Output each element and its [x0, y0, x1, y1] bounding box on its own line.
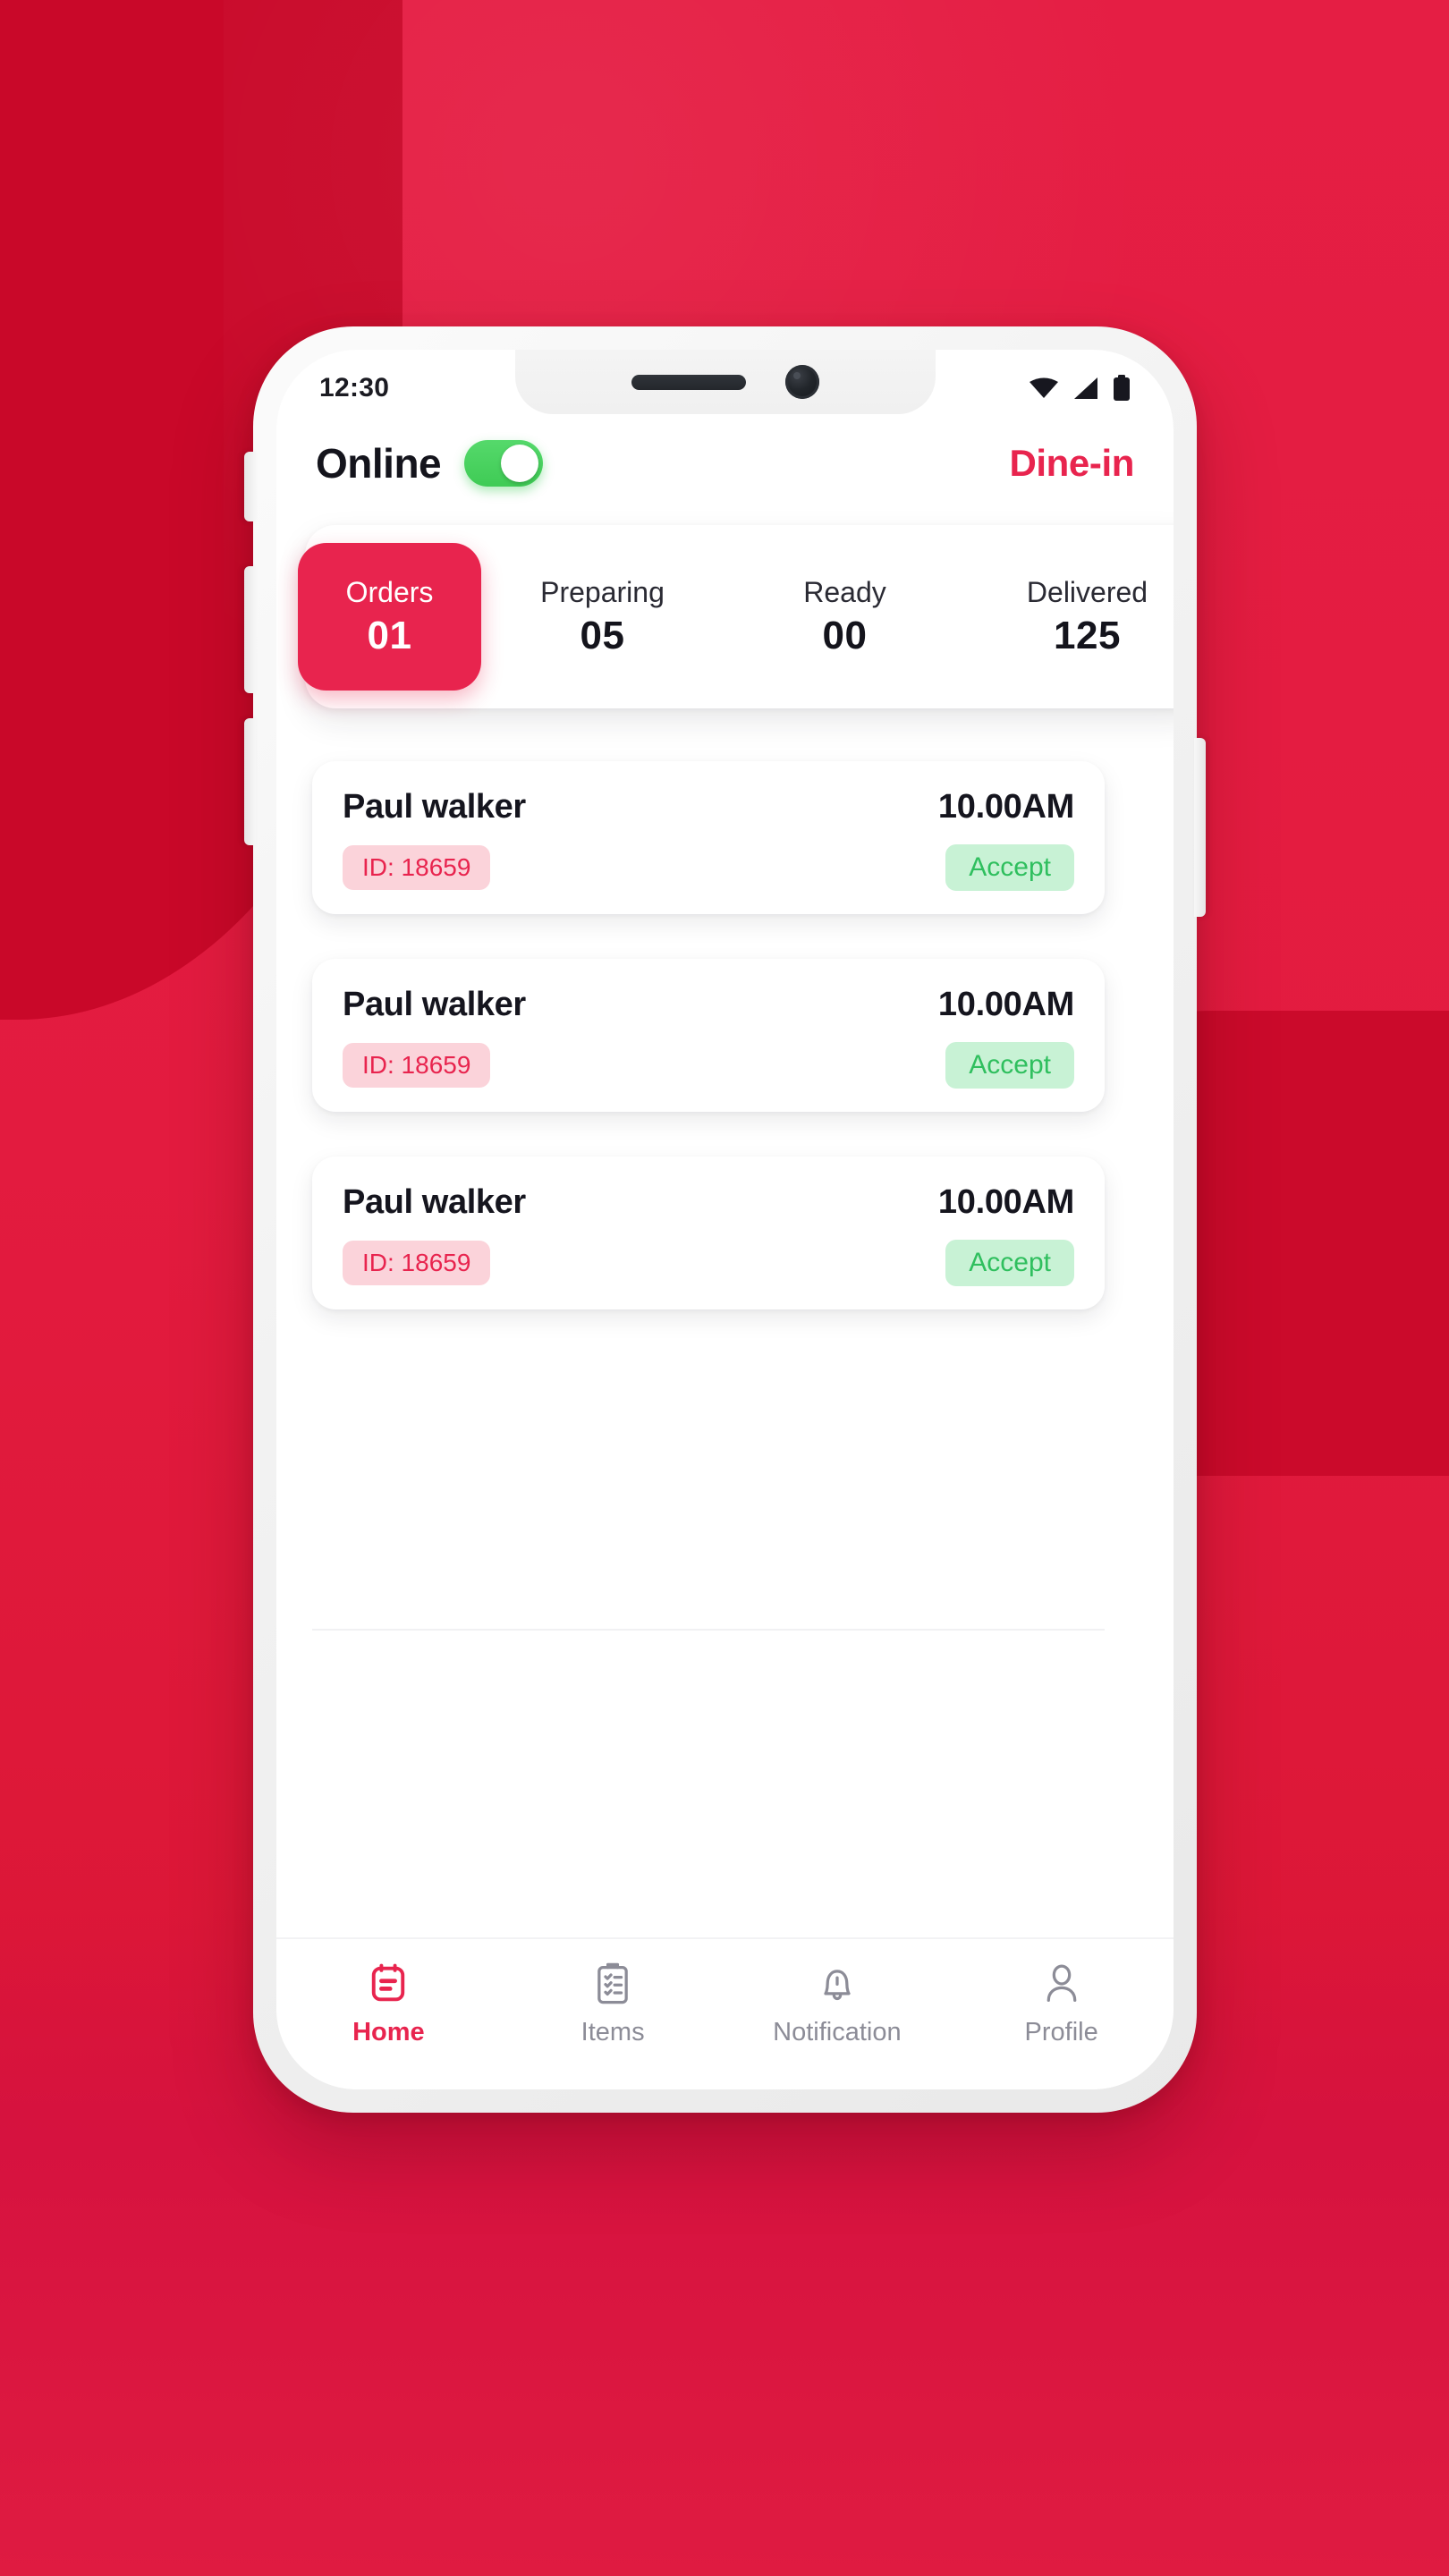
list-divider [312, 1629, 1105, 1631]
stat-delivered[interactable]: Delivered 125 [966, 576, 1174, 658]
nav-label: Home [352, 2018, 425, 2046]
silent-switch-button[interactable] [244, 452, 256, 521]
stat-value: 01 [367, 613, 412, 657]
stat-value: 00 [822, 613, 868, 657]
phone-mockup: 12:30 Online Dine-in Orders 01 Preparing… [244, 326, 1206, 2113]
battery-icon [1114, 375, 1130, 401]
order-card[interactable]: Paul walker 10.00AM ID: 18659 Accept [312, 1157, 1105, 1309]
order-time: 10.00AM [937, 1183, 1074, 1221]
stat-orders[interactable]: Orders 01 [298, 543, 481, 691]
order-stats-card: Orders 01 Preparing 05 Ready 00 Delivere… [298, 525, 1174, 708]
customer-name: Paul walker [343, 986, 526, 1023]
order-card-header: Paul walker 10.00AM [343, 788, 1074, 826]
stat-ready[interactable]: Ready 00 [724, 576, 966, 658]
signal-icon [1074, 377, 1097, 399]
accept-button[interactable]: Accept [945, 1240, 1074, 1286]
wifi-icon [1030, 377, 1058, 398]
toggle-knob [501, 445, 539, 482]
stat-label: Orders [345, 575, 434, 608]
online-toggle[interactable] [464, 440, 544, 487]
person-icon [1046, 1964, 1076, 2003]
nav-label: Notification [773, 2018, 902, 2046]
online-label: Online [316, 440, 442, 487]
stat-label: Preparing [540, 575, 665, 608]
volume-up-button[interactable] [244, 566, 256, 693]
phone-screen: 12:30 Online Dine-in Orders 01 Preparing… [276, 350, 1174, 2089]
receipt-icon [372, 1963, 405, 2002]
app-header: Online Dine-in [276, 439, 1174, 487]
order-card[interactable]: Paul walker 10.00AM ID: 18659 Accept [312, 761, 1105, 914]
accept-button[interactable]: Accept [945, 1042, 1074, 1089]
status-bar-time: 12:30 [319, 373, 390, 402]
order-id-badge: ID: 18659 [343, 845, 491, 890]
order-card[interactable]: Paul walker 10.00AM ID: 18659 Accept [312, 959, 1105, 1112]
notch [514, 350, 936, 414]
nav-item-items[interactable]: Items [501, 1961, 725, 2047]
nav-item-notification[interactable]: Notification [725, 1961, 950, 2047]
order-time: 10.00AM [937, 986, 1074, 1023]
bottom-navigation: Home Items Notification Profile [276, 1937, 1174, 2089]
order-card-footer: ID: 18659 Accept [343, 844, 1074, 891]
power-button[interactable] [1194, 738, 1206, 917]
order-id-badge: ID: 18659 [343, 1241, 491, 1285]
stat-label: Ready [803, 575, 886, 608]
order-card-footer: ID: 18659 Accept [343, 1240, 1074, 1286]
stat-preparing[interactable]: Preparing 05 [481, 576, 724, 658]
stat-value: 125 [1054, 613, 1121, 657]
speaker-grille-icon [631, 374, 746, 390]
volume-down-button[interactable] [244, 718, 256, 845]
order-card-header: Paul walker 10.00AM [343, 986, 1074, 1024]
nav-label: Profile [1024, 2018, 1098, 2046]
order-time: 10.00AM [937, 788, 1074, 826]
order-id-badge: ID: 18659 [343, 1043, 491, 1088]
nav-label: Items [580, 2018, 645, 2046]
order-list: Paul walker 10.00AM ID: 18659 Accept Pau… [312, 761, 1105, 1354]
dine-in-mode-button[interactable]: Dine-in [1009, 442, 1134, 485]
clipboard-icon [597, 1962, 628, 2004]
online-status-group: Online [316, 439, 544, 487]
order-card-footer: ID: 18659 Accept [343, 1042, 1074, 1089]
nav-item-home[interactable]: Home [276, 1961, 501, 2047]
bell-icon [824, 1970, 851, 2001]
nav-item-profile[interactable]: Profile [949, 1961, 1174, 2047]
customer-name: Paul walker [343, 1183, 526, 1221]
stat-label: Delivered [1026, 575, 1148, 608]
order-card-header: Paul walker 10.00AM [343, 1183, 1074, 1222]
stat-value: 05 [580, 613, 625, 657]
front-camera-icon [784, 365, 819, 399]
status-bar-icons [1029, 375, 1131, 402]
customer-name: Paul walker [343, 788, 526, 826]
accept-button[interactable]: Accept [945, 844, 1074, 891]
